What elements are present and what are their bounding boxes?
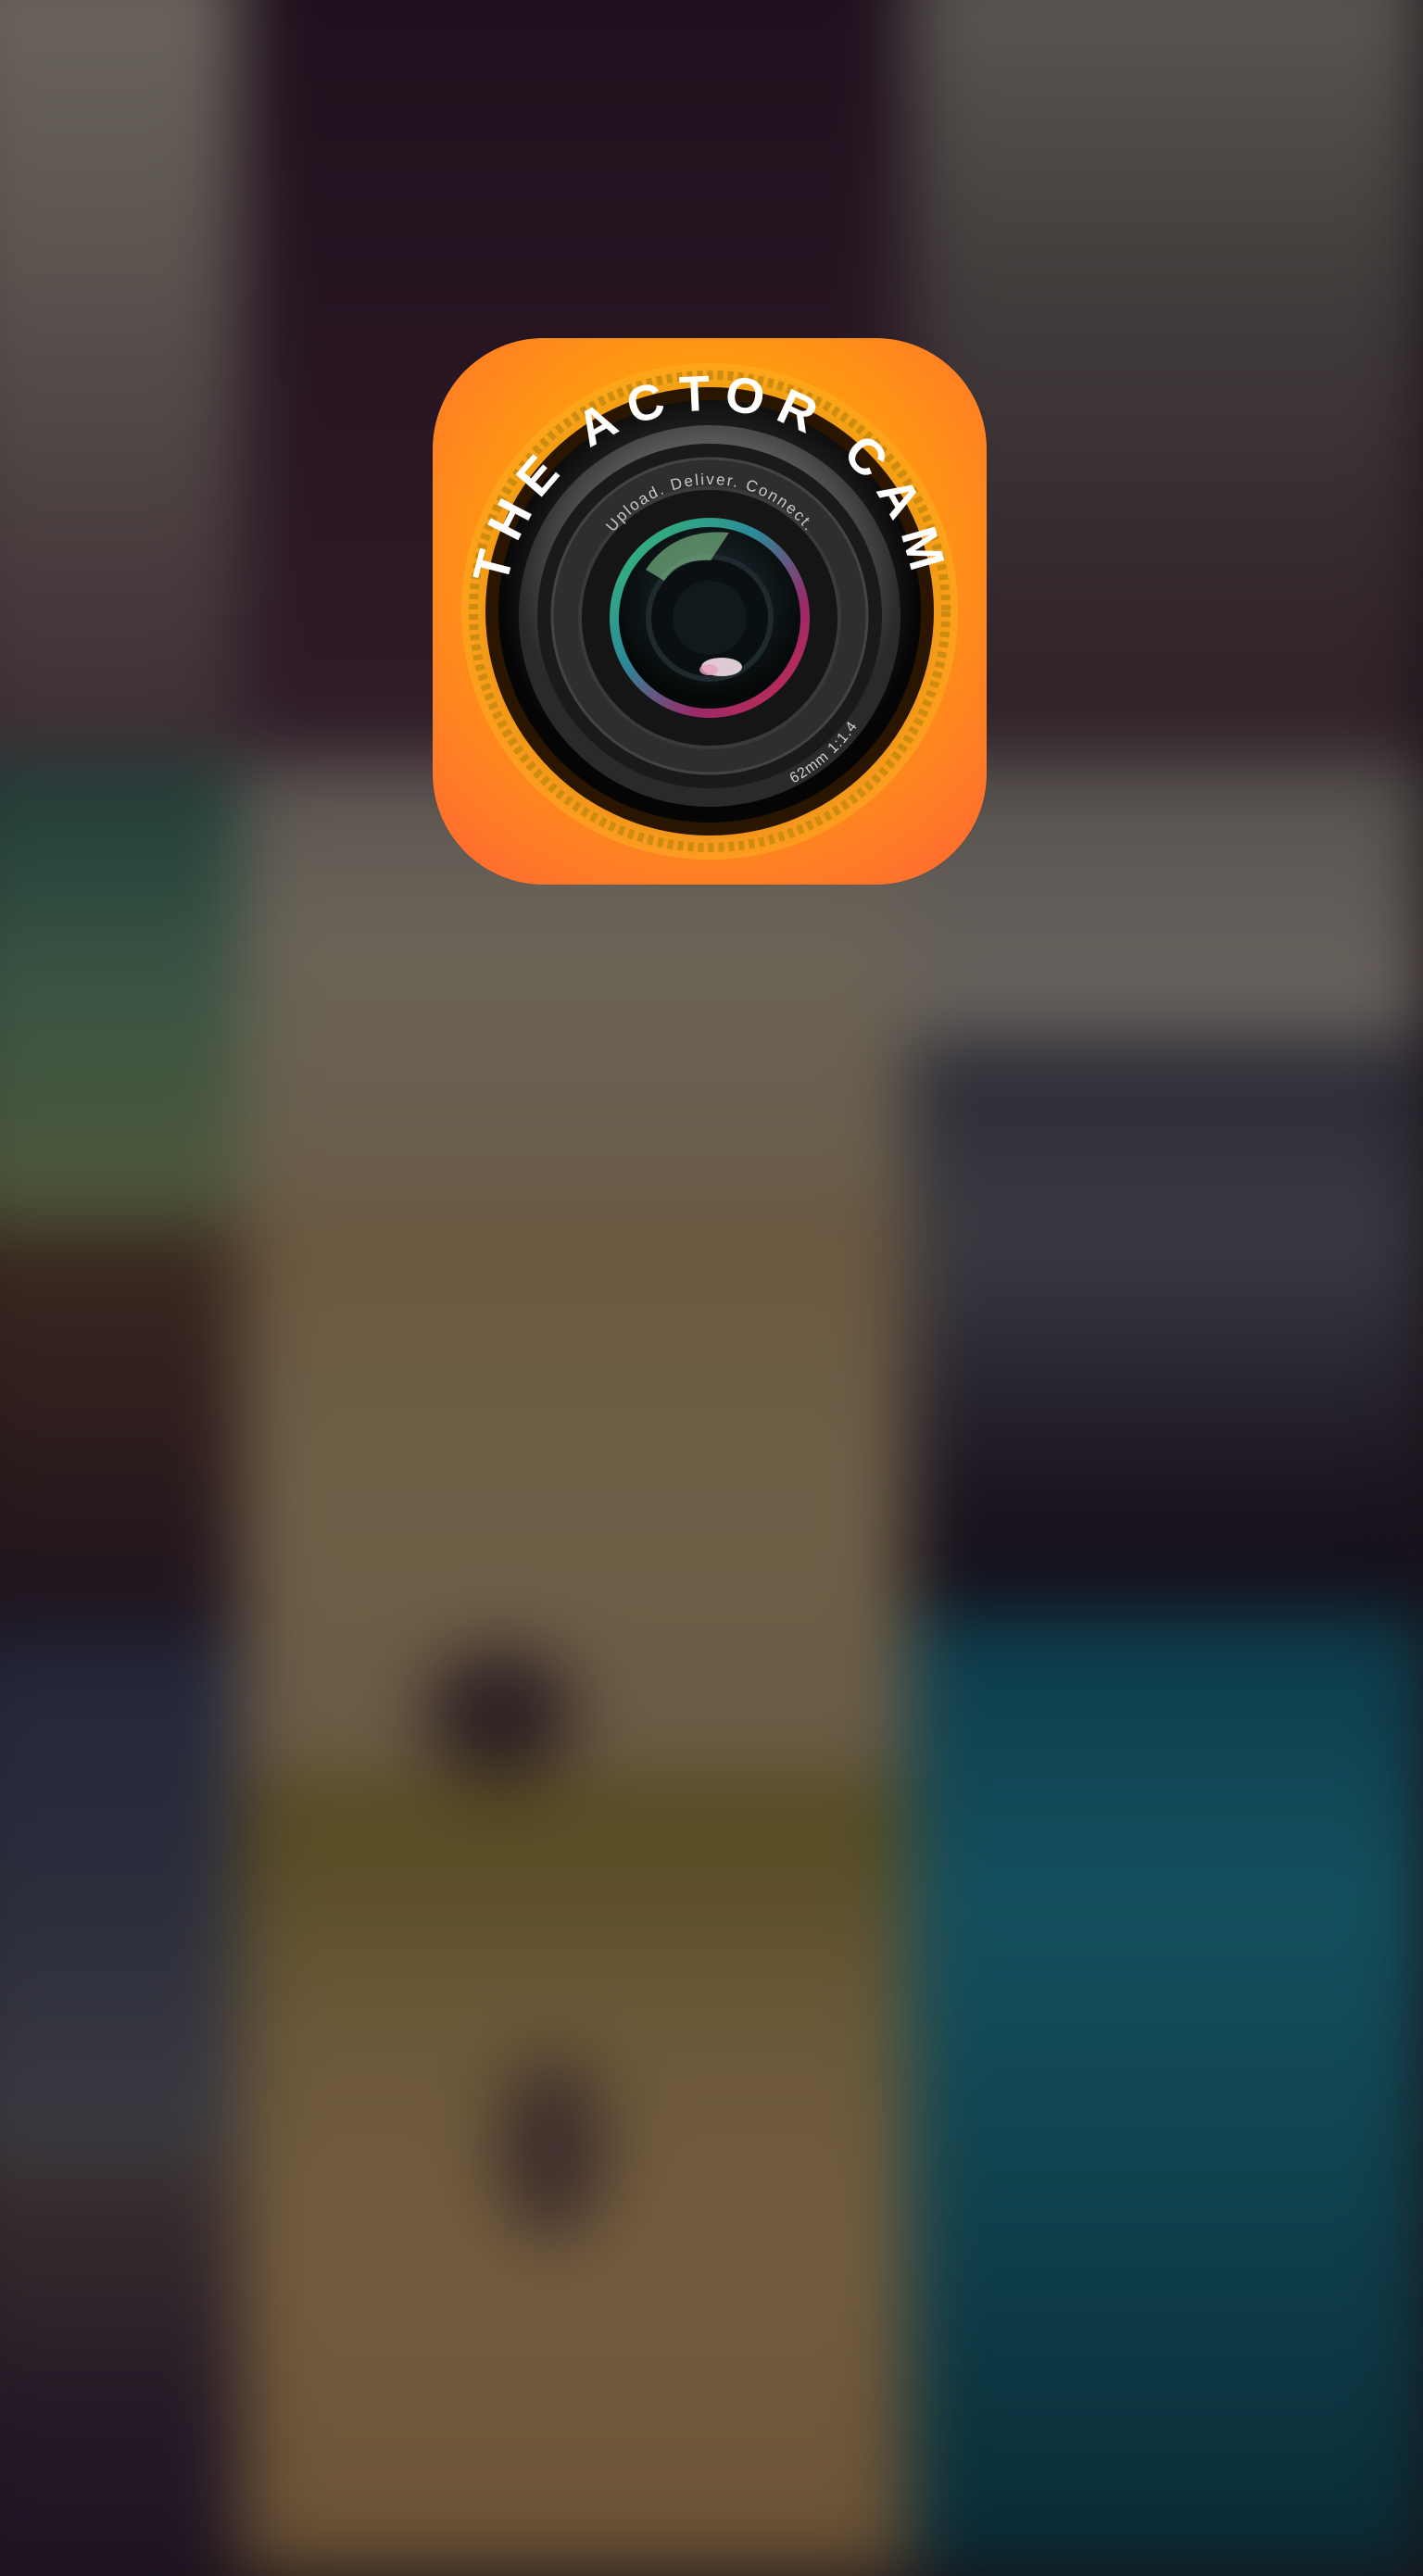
background-tile — [0, 1223, 241, 1640]
background-tile — [908, 1037, 1423, 1612]
background-blob — [500, 2056, 602, 2242]
background-tile — [0, 0, 241, 760]
background-tile — [0, 1640, 241, 2158]
background-tile — [0, 2158, 241, 2575]
background-tile — [908, 1612, 1423, 2575]
background-tile — [241, 1204, 908, 1778]
app-icon: THE ACTOR CAM Upload. Deliver. Connect. … — [433, 338, 987, 885]
background-blob — [426, 1649, 574, 1778]
background-tile — [0, 760, 241, 1223]
camera-lens-icon: THE ACTOR CAM Upload. Deliver. Connect. … — [461, 363, 958, 860]
launch-screen: THE ACTOR CAM Upload. Deliver. Connect. … — [0, 0, 1423, 2576]
